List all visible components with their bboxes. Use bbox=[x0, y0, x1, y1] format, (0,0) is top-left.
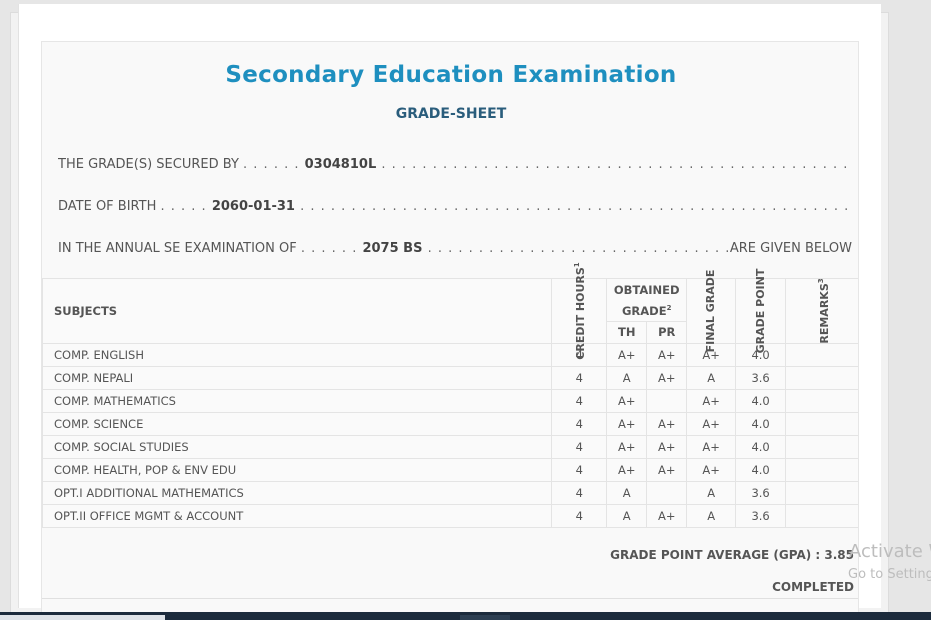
pr-grade-cell: A+ bbox=[646, 412, 688, 436]
subject-cell: COMP. SCIENCE bbox=[42, 412, 553, 436]
th-grade-cell: A+ bbox=[606, 412, 648, 436]
taskbar bbox=[0, 612, 931, 620]
table-row: COMP. ENGLISH 4 A+ A+ A+ 4.0 bbox=[42, 343, 858, 367]
given-below-label: ARE GIVEN BELOW bbox=[727, 241, 852, 256]
th-grade-cell: A+ bbox=[606, 435, 648, 459]
credit-cell: 4 bbox=[551, 481, 608, 505]
dob-value: 2060-01-31 bbox=[211, 199, 295, 214]
final-grade-cell: A bbox=[686, 504, 737, 528]
secured-by-label: THE GRADE(S) SECURED BY bbox=[58, 157, 239, 172]
pr-grade-cell bbox=[646, 481, 688, 505]
credit-cell: 4 bbox=[551, 412, 608, 436]
taskbar-search-area[interactable] bbox=[0, 615, 165, 620]
activate-windows-watermark: Activate W bbox=[849, 541, 931, 562]
final-grade-cell: A+ bbox=[686, 389, 737, 413]
gpa-label: GRADE POINT AVERAGE (GPA) : bbox=[610, 548, 821, 562]
th-grade-cell: A bbox=[606, 504, 648, 528]
grade-point-header: GRADE POINT bbox=[735, 269, 787, 353]
remarks-cell bbox=[785, 481, 858, 505]
final-grade-header: FINAL GRADE bbox=[686, 270, 737, 352]
th-grade-cell: A+ bbox=[606, 343, 648, 367]
subject-cell: COMP. NEPALI bbox=[42, 366, 553, 390]
grade-point-cell: 4.0 bbox=[735, 458, 787, 482]
gpa-line: GRADE POINT AVERAGE (GPA) : 3.85 bbox=[610, 548, 854, 562]
grade-sheet-subtitle: GRADE-SHEET bbox=[395, 106, 507, 122]
pr-header: PR bbox=[646, 320, 688, 345]
subject-cell: COMP. ENGLISH bbox=[42, 343, 553, 367]
pr-grade-cell bbox=[646, 389, 688, 413]
grade-point-cell: 4.0 bbox=[735, 435, 787, 459]
dob-label: DATE OF BIRTH bbox=[58, 199, 157, 214]
dob-line: DATE OF BIRTH . . . . . 2060-01-31 . . .… bbox=[58, 199, 852, 214]
pr-grade-cell: A+ bbox=[646, 366, 688, 390]
pr-grade-cell: A+ bbox=[646, 435, 688, 459]
final-grade-cell: A+ bbox=[686, 435, 737, 459]
table-row: COMP. MATHEMATICS 4 A+ A+ 4.0 bbox=[42, 389, 858, 413]
exam-line: IN THE ANNUAL SE EXAMINATION OF . . . . … bbox=[58, 241, 852, 256]
final-grade-cell: A+ bbox=[686, 412, 737, 436]
remarks-cell bbox=[785, 412, 858, 436]
remarks-cell bbox=[785, 343, 858, 367]
th-grade-cell: A bbox=[606, 481, 648, 505]
th-grade-cell: A bbox=[606, 366, 648, 390]
grade-sheet: Secondary Education Examination GRADE-SH… bbox=[41, 41, 859, 620]
grade-point-cell: 4.0 bbox=[735, 389, 787, 413]
credit-cell: 4 bbox=[551, 366, 608, 390]
symbol-number: 0304810L bbox=[304, 157, 377, 172]
th-header: TH bbox=[606, 320, 648, 345]
remarks-cell bbox=[785, 504, 858, 528]
grade-point-cell: 3.6 bbox=[735, 366, 787, 390]
remarks-header: REMARKS3 bbox=[785, 278, 858, 344]
subjects-header: SUBJECTS bbox=[42, 278, 553, 344]
th-grade-cell: A+ bbox=[606, 458, 648, 482]
grade-point-cell: 4.0 bbox=[735, 412, 787, 436]
grade-point-cell: 3.6 bbox=[735, 504, 787, 528]
taskbar-app-button[interactable] bbox=[460, 615, 510, 620]
credit-cell: 4 bbox=[551, 435, 608, 459]
subject-cell: COMP. HEALTH, POP & ENV EDU bbox=[42, 458, 553, 482]
exam-title: Secondary Education Examination bbox=[225, 62, 677, 88]
obtained-grade-header: OBTAINED GRADE2 bbox=[606, 278, 688, 322]
remarks-cell bbox=[785, 389, 858, 413]
subject-cell: OPT.II OFFICE MGMT & ACCOUNT bbox=[42, 504, 553, 528]
th-grade-cell: A+ bbox=[606, 389, 648, 413]
pr-grade-cell: A+ bbox=[646, 504, 688, 528]
subject-cell: COMP. SOCIAL STUDIES bbox=[42, 435, 553, 459]
table-row: OPT.II OFFICE MGMT & ACCOUNT 4 A A+ A 3.… bbox=[42, 504, 858, 528]
table-row: COMP. SOCIAL STUDIES 4 A+ A+ A+ 4.0 bbox=[42, 435, 858, 459]
table-row: COMP. HEALTH, POP & ENV EDU 4 A+ A+ A+ 4… bbox=[42, 458, 858, 482]
credit-cell: 4 bbox=[551, 389, 608, 413]
credit-cell: 4 bbox=[551, 458, 608, 482]
divider bbox=[42, 598, 858, 599]
subject-cell: COMP. MATHEMATICS bbox=[42, 389, 553, 413]
remarks-cell bbox=[785, 366, 858, 390]
credit-hours-header: CREDIT HOURS1 bbox=[551, 262, 608, 360]
final-grade-cell: A+ bbox=[686, 458, 737, 482]
remarks-cell bbox=[785, 435, 858, 459]
grade-point-cell: 3.6 bbox=[735, 481, 787, 505]
credit-cell: 4 bbox=[551, 504, 608, 528]
table-row: OPT.I ADDITIONAL MATHEMATICS 4 A A 3.6 bbox=[42, 481, 858, 505]
final-grade-cell: A bbox=[686, 481, 737, 505]
remarks-cell bbox=[785, 458, 858, 482]
table-row: COMP. NEPALI 4 A A+ A 3.6 bbox=[42, 366, 858, 390]
final-grade-cell: A bbox=[686, 366, 737, 390]
go-to-settings-watermark: Go to Setting bbox=[848, 567, 931, 582]
subject-cell: OPT.I ADDITIONAL MATHEMATICS bbox=[42, 481, 553, 505]
pr-grade-cell: A+ bbox=[646, 343, 688, 367]
pr-grade-cell: A+ bbox=[646, 458, 688, 482]
secured-by-line: THE GRADE(S) SECURED BY . . . . . . 0304… bbox=[58, 157, 852, 172]
table-row: COMP. SCIENCE 4 A+ A+ A+ 4.0 bbox=[42, 412, 858, 436]
exam-label: IN THE ANNUAL SE EXAMINATION OF bbox=[58, 241, 297, 256]
grades-table: SUBJECTS CREDIT HOURS1 OBTAINED GRADE2 F… bbox=[42, 262, 858, 528]
exam-year: 2075 BS bbox=[362, 241, 423, 256]
status-completed: COMPLETED bbox=[772, 580, 854, 594]
